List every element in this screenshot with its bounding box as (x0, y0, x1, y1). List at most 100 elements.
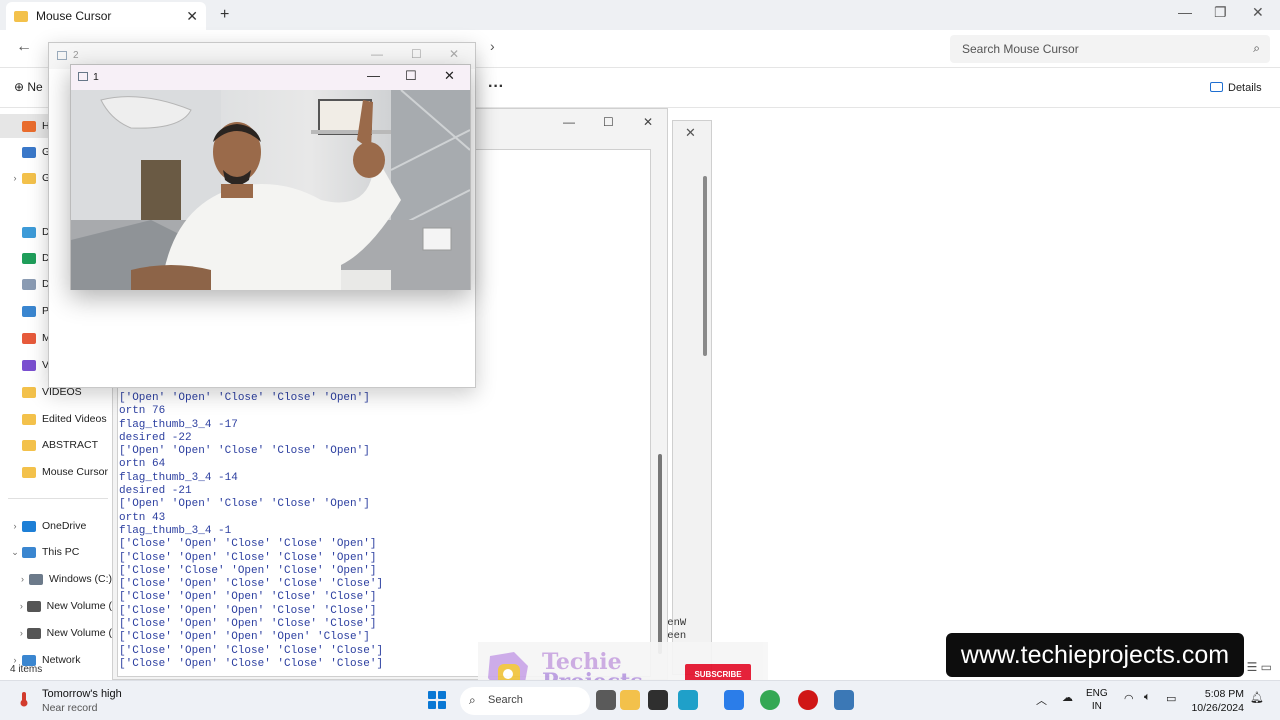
view-toggle-icons[interactable]: ☰ ▭ (1247, 660, 1272, 674)
chevron-right-icon[interactable]: › (16, 601, 27, 611)
more-options-icon[interactable]: ··· (488, 78, 504, 96)
chrome-icon[interactable] (760, 690, 780, 710)
webcam-feed (71, 90, 470, 290)
chevron-right-icon[interactable]: › (16, 628, 27, 638)
sidebar-item[interactable]: Edited Videos (0, 407, 112, 431)
windows-logo-tile (438, 691, 446, 699)
lang-code: ENG (1086, 688, 1108, 699)
folder-icon (22, 413, 36, 425)
task-view-icon[interactable] (596, 690, 616, 710)
sidebar-item-label: This PC (42, 546, 80, 558)
windows-logo-tile (428, 701, 436, 709)
close-icon[interactable]: ✕ (685, 125, 696, 141)
maximize-button[interactable]: ☐ (603, 115, 614, 129)
clock-date: 10/26/2024 (1191, 702, 1244, 714)
folder-icon (22, 172, 36, 184)
file-explorer-icon[interactable] (620, 690, 640, 710)
chevron-down-icon[interactable]: ⌄ (8, 547, 22, 558)
console-line: flag_thumb_3_4 -17 (119, 418, 238, 431)
drive-icon (22, 520, 36, 532)
sidebar-item-label: Mouse Cursor (42, 466, 108, 478)
sidebar-item-label: Windows (C:) (48, 573, 112, 585)
console-line: ['Close' 'Open' 'Close' 'Close' 'Close'] (119, 644, 384, 657)
wifi-icon[interactable]: ◠ (1124, 692, 1134, 705)
taskbar-search[interactable]: ⌕ Search (460, 687, 590, 715)
drive-icon (22, 546, 36, 558)
maximize-button[interactable]: ☐ (411, 47, 422, 61)
tab-mouse-cursor[interactable]: Mouse Cursor ✕ (6, 2, 206, 30)
battery-icon[interactable]: ▭ (1166, 692, 1176, 705)
back-arrow-icon[interactable]: ← (16, 38, 32, 56)
console-line: ['Close' 'Open' 'Open' 'Close' 'Close'] (119, 618, 377, 631)
sidebar-item[interactable]: ABSTRACT (0, 433, 112, 457)
minimize-button[interactable]: — (367, 68, 380, 83)
windows-logo-tile (428, 691, 436, 699)
sidebar-item[interactable]: › OneDrive (0, 514, 112, 538)
minimize-button[interactable]: — (371, 47, 383, 61)
scrollbar[interactable] (703, 176, 707, 356)
console-scrollbar[interactable] (658, 454, 662, 654)
search-input[interactable]: Search Mouse Cursor ⌕ (950, 35, 1270, 63)
minimize-button[interactable]: — (563, 115, 575, 129)
record-icon[interactable] (798, 690, 818, 710)
console-line: ['Close' 'Open' 'Open' 'Open' 'Close'] (119, 631, 370, 644)
folder-icon (22, 278, 36, 290)
new-button[interactable]: ⊕ Ne (14, 80, 43, 94)
console-line: ortn 64 (119, 458, 166, 471)
maximize-button[interactable]: ❐ (1214, 4, 1227, 21)
console-line: ['Close' 'Close' 'Open' 'Close' 'Open'] (119, 564, 377, 577)
maximize-button[interactable]: ☐ (405, 68, 417, 84)
app-icon (57, 51, 67, 60)
console-line: ['Open' 'Open' 'Close' 'Close' 'Open'] (119, 498, 370, 511)
website-url-badge: www.techieprojects.com (946, 633, 1244, 677)
chevron-right-icon[interactable]: › (490, 38, 495, 54)
sidebar-item[interactable]: › New Volume ( (0, 621, 112, 645)
drive-icon (28, 573, 43, 585)
clock[interactable]: 5:08 PM 10/26/2024 (1186, 687, 1244, 715)
chevron-right-icon[interactable]: › (8, 521, 22, 531)
minimize-button[interactable]: — (1178, 4, 1192, 20)
language-indicator[interactable]: ENG IN (1086, 687, 1108, 713)
tab-title: Mouse Cursor (36, 9, 112, 23)
sidebar-item[interactable]: Mouse Cursor (0, 460, 112, 484)
details-label: Details (1228, 82, 1262, 94)
windows-logo-tile (438, 701, 446, 709)
console-line: ['Close' 'Open' 'Close' 'Close' 'Close'] (119, 657, 384, 670)
store-icon[interactable] (648, 690, 668, 710)
notification-bell-icon[interactable]: 🔔︎ (1250, 691, 1264, 704)
folder-icon (14, 10, 28, 22)
webcam-image (71, 90, 470, 290)
clock-time: 5:08 PM (1204, 688, 1244, 700)
drive-icon (26, 627, 41, 639)
new-tab-button[interactable]: + (220, 6, 229, 24)
folder-icon (22, 120, 36, 132)
sidebar-item[interactable]: ⌄ This PC (0, 540, 112, 564)
chevron-right-icon[interactable]: › (16, 574, 29, 584)
window-2-title: 2 (73, 50, 79, 61)
window-1-title: 1 (93, 71, 99, 83)
close-button[interactable]: ✕ (1252, 4, 1264, 21)
python-icon[interactable] (834, 690, 854, 710)
close-button[interactable]: ✕ (643, 115, 653, 129)
close-tab-icon[interactable]: ✕ (186, 8, 198, 25)
onedrive-icon[interactable]: ☁ (1062, 691, 1073, 704)
sidebar-item[interactable]: › Windows (C:) (0, 567, 112, 591)
photos-icon[interactable] (724, 690, 744, 710)
close-button[interactable]: ✕ (444, 68, 455, 84)
sidebar-item[interactable]: › New Volume ( (0, 594, 112, 618)
chevron-right-icon[interactable]: › (8, 173, 22, 183)
details-button[interactable]: Details (1210, 82, 1262, 94)
start-button[interactable] (428, 691, 446, 709)
search-placeholder: Search Mouse Cursor (962, 42, 1079, 56)
sidebar-item-label: New Volume ( (46, 627, 112, 639)
console-line: ['Open' 'Open' 'Close' 'Close' 'Open'] (119, 445, 370, 458)
new-label: Ne (27, 80, 43, 94)
close-button[interactable]: ✕ (449, 47, 459, 61)
chevron-up-icon[interactable]: ︿ (1036, 692, 1047, 708)
console-line: ['Close' 'Open' 'Close' 'Close' 'Open'] (119, 538, 377, 551)
edge-icon[interactable] (678, 690, 698, 710)
sidebar-item-label: OneDrive (42, 520, 87, 532)
folder-icon (22, 305, 36, 317)
speaker-icon[interactable]: 🔈︎ (1144, 691, 1151, 704)
console-line: flag_thumb_3_4 -14 (119, 471, 238, 484)
